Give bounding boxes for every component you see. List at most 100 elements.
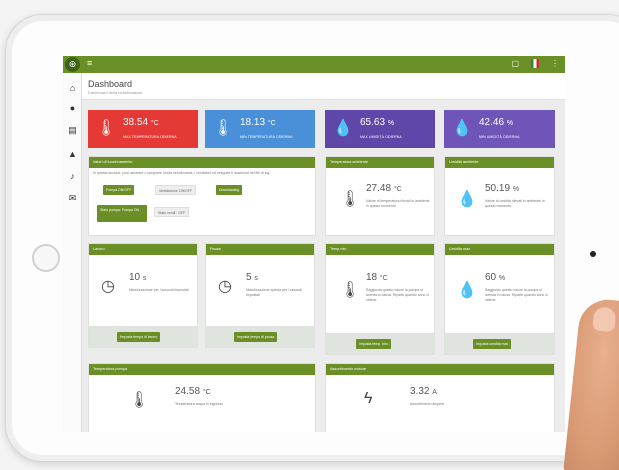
- humidity-icon: 💧: [452, 120, 472, 137]
- card-title: Assorbimento motore: [326, 364, 554, 375]
- card-footer: Imposta umidità max: [445, 333, 554, 354]
- kebab-icon[interactable]: ⋮: [551, 59, 559, 68]
- card-title: Temp min: [326, 244, 434, 255]
- card-description: Nebulizzazione per i secondi impostati: [129, 288, 189, 292]
- thumbnail: [592, 306, 617, 333]
- warning-icon[interactable]: ▲: [67, 149, 78, 161]
- set-work-time-button[interactable]: Imposta tempo di lavoro: [117, 332, 161, 342]
- main-content: Dashboard Dashboard della nebulizzatore …: [82, 73, 565, 432]
- fan-state-chip: Stato ventil.: OFF: [154, 207, 190, 217]
- pump-temp-unit: °C: [202, 389, 211, 396]
- clock-icon: ◷: [101, 278, 115, 295]
- card-footer: Imposta tempo di lavoro: [89, 326, 197, 347]
- clock-icon: ◷: [218, 278, 232, 295]
- kpi-label: MIN UMIDITÀ ODIERNA: [479, 135, 520, 139]
- card-title: Temperatura pompa: [89, 364, 315, 375]
- top-bar: ⊛ ≡ ▢ ⋮: [63, 56, 565, 73]
- temp-unit: °C: [393, 186, 402, 193]
- humidity-icon: 💧: [457, 191, 477, 208]
- card-title: Umidità ambiente: [445, 157, 554, 168]
- thermometer-icon: 🌡: [340, 282, 361, 299]
- kpi-max-temp: 🌡 38.54 °C MAX TEMPERATURA ODIERNA: [88, 110, 198, 148]
- motor-unit: A: [432, 389, 437, 396]
- card-description: Valore di umidità rilevati in ambiente i…: [485, 199, 545, 208]
- app-logo: ⊛: [65, 57, 80, 72]
- humidity-value: 50.19: [485, 183, 511, 194]
- bell-icon[interactable]: ▢: [511, 59, 519, 68]
- kpi-value: 18.13: [240, 117, 266, 128]
- language-flag[interactable]: [531, 59, 539, 68]
- pump-state-button[interactable]: Stato pompa: Pompa ON: [97, 205, 147, 222]
- hmax-value: 60: [485, 272, 497, 283]
- tmin-value: 18: [366, 272, 378, 283]
- pump-toggle-button[interactable]: Pompa ON/OFF: [103, 185, 135, 195]
- card-description: Nebulizzazione spenta per i secondi impo…: [246, 288, 303, 297]
- kpi-label: MAX UMIDITÀ ODIERNA: [360, 135, 402, 139]
- kpi-value: 42.46: [479, 117, 505, 128]
- kpi-unit: °C: [267, 120, 276, 127]
- card-description: Raggiunto questo valore la pompa si arre…: [366, 288, 429, 302]
- home-icon[interactable]: ⌂: [67, 83, 78, 95]
- camera-dot: [590, 251, 596, 257]
- pause-value: 5: [246, 272, 252, 283]
- humidity-unit: %: [512, 186, 520, 193]
- kpi-unit: °C: [150, 120, 159, 127]
- lightning-icon: ϟ: [364, 390, 373, 407]
- kpi-unit: %: [387, 120, 395, 127]
- sidebar: ⌂ ● ▤ ▲ ♪ ✉: [63, 73, 82, 432]
- card-description: Raggiunto questo valore la pompa si arre…: [485, 288, 548, 302]
- card-description: Valore di temperatura rilevati in ambien…: [366, 199, 430, 208]
- humidity-icon: 💧: [457, 282, 477, 299]
- thermometer-icon: 🌡: [340, 191, 361, 208]
- thermometer-icon: 🌡: [96, 120, 117, 137]
- work-unit: s: [142, 275, 147, 282]
- kpi-unit: %: [506, 120, 514, 127]
- ambient-humidity-card: Umidità ambiente 💧 50.19 % Valore di umi…: [444, 156, 555, 236]
- card-title: Temperatura ambiente: [326, 157, 434, 168]
- card-title: Lavoro: [89, 244, 197, 255]
- temp-min-card: Temp min 🌡 18 °C Raggiunto questo valore…: [325, 243, 435, 355]
- card-title: Pausa: [206, 244, 314, 255]
- set-temp-min-button[interactable]: Imposta temp. min: [356, 339, 391, 349]
- set-humidity-max-button[interactable]: Imposta umidità max: [473, 339, 512, 349]
- pump-temp-value: 24.58: [175, 386, 201, 397]
- card-description: In questa sezione, puoi azionare o spegn…: [93, 171, 271, 175]
- thermometer-icon: 🌡: [129, 392, 150, 409]
- page-title: Dashboard: [88, 79, 133, 89]
- kpi-value: 38.54: [123, 117, 149, 128]
- tmin-unit: °C: [379, 275, 388, 282]
- kpi-label: MIN TEMPERATURA ODIERNA: [240, 135, 293, 139]
- info-icon[interactable]: ●: [67, 103, 78, 115]
- kpi-min-temp: 🌡 18.13 °C MIN TEMPERATURA ODIERNA: [205, 110, 315, 148]
- page-header: Dashboard Dashboard della nebulizzatore: [82, 73, 565, 100]
- pump-temp-card: Temperatura pompa 🌡 24.58 °C Temperatura…: [88, 363, 316, 432]
- work-time-card: Lavoro ◷ 10 s Nebulizzazione per i secon…: [88, 243, 198, 348]
- card-title: Umidità max: [445, 244, 554, 255]
- card-title: Valori di funzionamento: [89, 157, 315, 168]
- card-footer: Imposta temp. min: [326, 333, 434, 354]
- card-description: Assorbimento ampere: [410, 402, 445, 406]
- calendar-icon[interactable]: ▤: [67, 125, 78, 137]
- set-pause-time-button[interactable]: Imposta tempo di pausa: [234, 332, 278, 342]
- card-footer: Imposta tempo di pausa: [206, 326, 314, 347]
- download-button[interactable]: Downloading: [216, 185, 243, 195]
- motor-value: 3.32: [410, 386, 430, 397]
- motor-current-card: Assorbimento motore ϟ 3.32 A Assorbiment…: [325, 363, 555, 432]
- page-subtitle: Dashboard della nebulizzatore: [88, 90, 143, 95]
- tablet-screen: ⊛ ≡ ▢ ⋮ ⌂ ● ▤ ▲ ♪ ✉ Dashboard Dashboard …: [63, 56, 565, 432]
- hamburger-icon[interactable]: ≡: [87, 58, 92, 68]
- fan-toggle-button[interactable]: Ventilazione ON/OFF: [155, 185, 197, 195]
- pause-unit: s: [254, 275, 258, 282]
- temp-value: 27.48: [366, 183, 392, 194]
- valves-card: Valori di funzionamento In questa sezion…: [88, 156, 316, 236]
- home-button[interactable]: [32, 244, 60, 272]
- ambient-temp-card: Temperatura ambiente 🌡 27.48 °C Valore d…: [325, 156, 435, 236]
- bell-icon[interactable]: ♪: [67, 171, 78, 183]
- kpi-max-humidity: 💧 65.63 % MAX UMIDITÀ ODIERNA: [325, 110, 435, 148]
- mail-icon[interactable]: ✉: [67, 193, 78, 205]
- pause-time-card: Pausa ◷ 5 s Nebulizzazione spenta per i …: [205, 243, 315, 348]
- kpi-label: MAX TEMPERATURA ODIERNA: [123, 135, 177, 139]
- humidity-max-card: Umidità max 💧 60 % Raggiunto questo valo…: [444, 243, 555, 355]
- photo-scene: ⊛ ≡ ▢ ⋮ ⌂ ● ▤ ▲ ♪ ✉ Dashboard Dashboard …: [0, 0, 619, 470]
- kpi-min-humidity: 💧 42.46 % MIN UMIDITÀ ODIERNA: [444, 110, 555, 148]
